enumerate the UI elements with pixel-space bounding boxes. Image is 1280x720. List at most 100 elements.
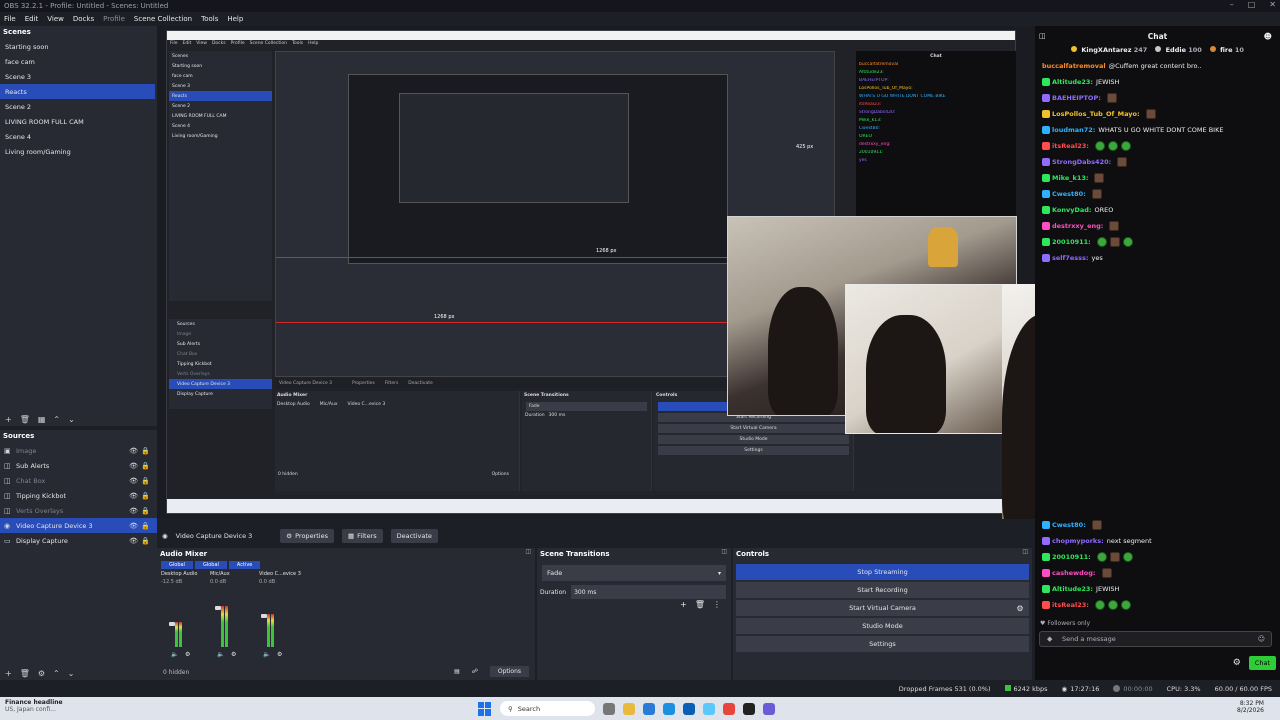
channel-name[interactable]: Mic/Aux [210, 571, 257, 577]
leaderboard-entry[interactable]: KingXAntarez 247 [1071, 46, 1147, 58]
badge-icon[interactable] [1042, 238, 1050, 246]
trash-icon[interactable]: 🗑 [20, 415, 30, 424]
menu-docks[interactable]: Docks [73, 15, 94, 23]
transition-select[interactable]: Fade ▾ [542, 565, 726, 581]
gear-icon[interactable]: ⚙ [38, 669, 45, 678]
scene-item[interactable]: Living room/Gaming [0, 144, 157, 159]
source-item-active[interactable]: ◉ Video Capture Device 3 👁 🔒 [0, 518, 157, 533]
scene-item[interactable]: LIVING ROOM FULL CAM [0, 114, 157, 129]
lock-icon[interactable]: 🔒 [141, 462, 150, 470]
volume-fader[interactable] [215, 606, 221, 610]
badge-icon[interactable] [1042, 190, 1050, 198]
chat-username[interactable]: 20010911: [1052, 553, 1091, 561]
channel-name[interactable]: Video C...evice 3 [259, 571, 306, 577]
chat-username[interactable]: cashewdog: [1052, 569, 1096, 577]
duration-input[interactable]: 300 ms [571, 585, 726, 599]
eye-icon[interactable]: 👁 [129, 447, 138, 455]
chat-send-button[interactable]: Chat [1248, 656, 1276, 670]
more-icon[interactable]: ⋮ [713, 600, 721, 609]
volume-fader[interactable] [261, 614, 267, 618]
bits-icon[interactable]: ◆ [1047, 635, 1052, 643]
chat-username[interactable]: BAEHEIPTOP: [1052, 94, 1101, 102]
menu-help[interactable]: Help [227, 15, 243, 23]
badge-icon[interactable] [1042, 222, 1050, 230]
popout-icon[interactable]: ◫ [721, 548, 727, 555]
badge-icon[interactable] [1042, 206, 1050, 214]
chat-username[interactable]: destrxxy_eng: [1052, 222, 1103, 230]
badge-icon[interactable] [1042, 158, 1050, 166]
menu-file[interactable]: File [4, 15, 16, 23]
chat-username[interactable]: Mike_k13: [1052, 174, 1088, 182]
badge-icon[interactable] [1042, 254, 1050, 262]
menu-edit[interactable]: Edit [25, 15, 39, 23]
chat-username[interactable]: 20010911: [1052, 238, 1091, 246]
edge-icon[interactable] [663, 702, 675, 715]
chat-username[interactable]: buccalfatremoval [1042, 62, 1106, 70]
add-icon[interactable]: + [5, 669, 12, 678]
store-icon[interactable] [683, 702, 695, 715]
mixer-tab[interactable]: Global [161, 561, 193, 569]
badge-icon[interactable] [1042, 142, 1050, 150]
eye-icon[interactable]: 👁 [129, 522, 138, 530]
maximize-icon[interactable]: □ [1248, 0, 1256, 9]
mixer-tab[interactable]: Global [194, 561, 227, 569]
stop-streaming-button[interactable]: Stop Streaming [736, 564, 1029, 580]
speaker-icon[interactable]: 🔈 [171, 651, 178, 658]
eye-icon[interactable]: 👁 [129, 537, 138, 545]
source-item[interactable]: ▭ Display Capture 👁 🔒 [0, 533, 157, 548]
menu-view[interactable]: View [47, 15, 64, 23]
chat-username[interactable]: chopmyporks: [1052, 537, 1104, 545]
filter-icon[interactable]: ▦ [38, 415, 46, 424]
badge-icon[interactable] [1042, 94, 1050, 102]
chat-username[interactable]: StrongDabs420: [1052, 158, 1111, 166]
scene-item[interactable]: Starting soon [0, 39, 157, 54]
badge-icon[interactable] [1042, 537, 1050, 545]
badge-icon[interactable] [1042, 601, 1050, 609]
layout-icon[interactable]: ▤ [454, 668, 460, 675]
gear-icon[interactable]: ⚙ [277, 651, 282, 658]
close-icon[interactable]: ✕ [1269, 0, 1276, 9]
badge-icon[interactable] [1042, 78, 1050, 86]
add-icon[interactable]: + [680, 600, 687, 609]
lock-icon[interactable]: 🔒 [141, 522, 150, 530]
chat-username[interactable]: itsReal23: [1052, 601, 1089, 609]
file-explorer-icon[interactable] [623, 702, 635, 715]
menu-scene-collection[interactable]: Scene Collection [134, 15, 192, 23]
emote-icon[interactable]: ☺ [1258, 635, 1265, 643]
photos-icon[interactable] [703, 702, 715, 715]
obs-icon[interactable] [743, 702, 755, 715]
badge-icon[interactable] [1042, 110, 1050, 118]
badge-icon[interactable] [1042, 553, 1050, 561]
preview-canvas[interactable]: File Edit View Docks Profile Scene Colle… [157, 26, 1035, 519]
arrow-down-icon[interactable]: ⌄ [68, 669, 75, 678]
channel-name[interactable]: Desktop Audio [161, 571, 208, 577]
lock-icon[interactable]: 🔒 [141, 492, 150, 500]
gear-icon[interactable]: ⚙ [185, 651, 190, 658]
chat-username[interactable]: itsReal23: [1052, 142, 1089, 150]
windows-start-icon[interactable] [478, 701, 492, 716]
properties-button[interactable]: ⚙ Properties [280, 529, 334, 543]
options-button[interactable]: Options [489, 666, 529, 677]
scene-item[interactable]: Scene 4 [0, 129, 157, 144]
volume-fader[interactable] [169, 622, 175, 626]
settings-button[interactable]: Settings [736, 636, 1029, 652]
arrow-up-icon[interactable]: ⌃ [53, 415, 60, 424]
badge-icon[interactable] [1042, 174, 1050, 182]
scene-item[interactable]: Scene 2 [0, 99, 157, 114]
chat-username[interactable]: LosPollos_Tub_Of_Mayo: [1052, 110, 1140, 118]
deactivate-button[interactable]: Deactivate [390, 529, 438, 543]
arrow-up-icon[interactable]: ⌃ [53, 669, 60, 678]
trash-icon[interactable]: 🗑 [695, 600, 705, 609]
filters-button[interactable]: ▦ Filters [341, 529, 383, 543]
copilot-icon[interactable] [643, 702, 655, 715]
eye-icon[interactable]: 👁 [129, 507, 138, 515]
source-item[interactable]: ◫ Chat Box 👁 🔒 [0, 473, 157, 488]
lock-icon[interactable]: 🔒 [141, 477, 150, 485]
add-icon[interactable]: + [5, 415, 12, 424]
discord-icon[interactable] [763, 702, 775, 715]
studio-mode-button[interactable]: Studio Mode [736, 618, 1029, 634]
chat-username[interactable]: loudman72: [1052, 126, 1095, 134]
collapse-icon[interactable]: ◫ [1039, 32, 1046, 40]
chat-input[interactable]: ◆ Send a message ☺ [1039, 631, 1272, 647]
lock-icon[interactable]: 🔒 [141, 447, 150, 455]
